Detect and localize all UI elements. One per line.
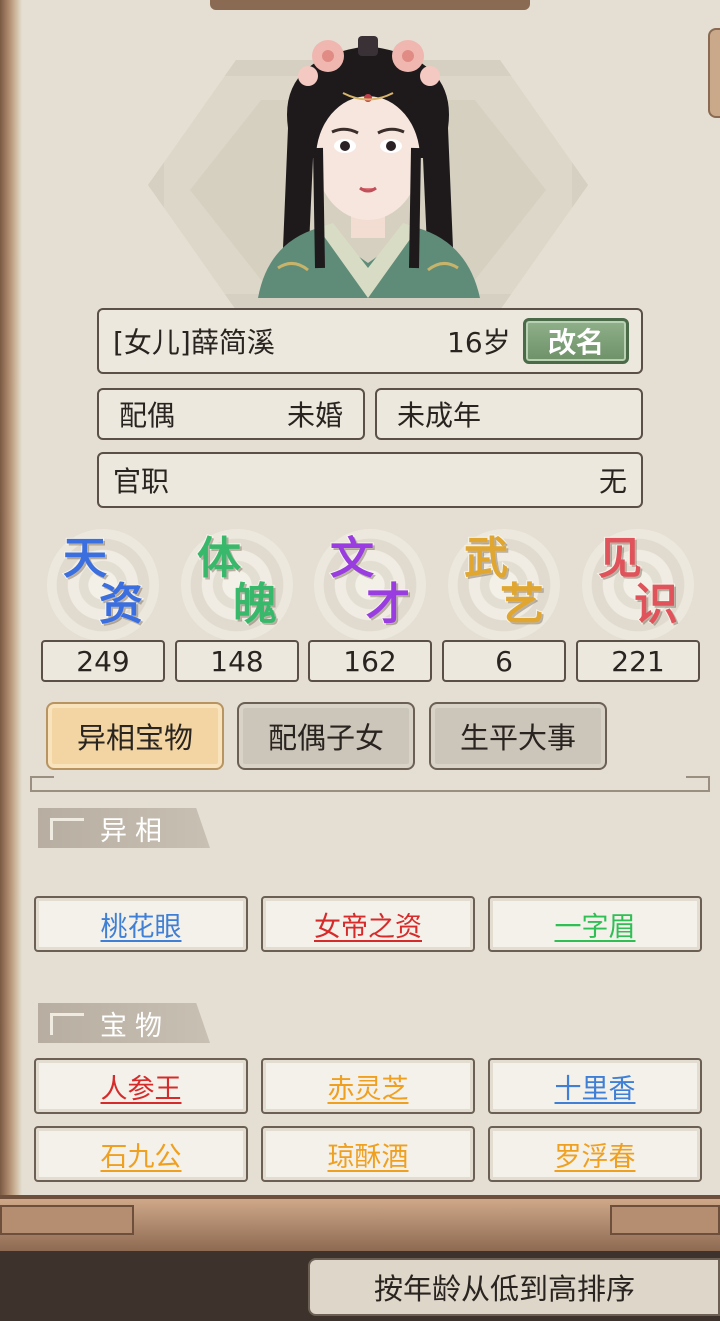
stat-value: 221 (576, 640, 700, 682)
pattern-icon (50, 818, 84, 840)
treasures-section-title: 宝物 (38, 1003, 210, 1043)
tab-life-events[interactable]: 生平大事 (429, 702, 607, 770)
stat-char-1: 文 (329, 533, 375, 584)
stat-value: 249 (41, 640, 165, 682)
character-portrait (258, 36, 480, 298)
treasure-chip[interactable]: 人参王 (34, 1058, 248, 1114)
sort-order-label: 按年龄从低到高排序 (374, 1272, 636, 1306)
stat-talent: 天 资 249 (41, 525, 165, 685)
stat-value: 162 (308, 640, 432, 682)
stat-literary: 文 才 162 (308, 525, 432, 685)
character-age: 16岁 (447, 326, 511, 359)
stat-value: 6 (442, 640, 566, 682)
frame-end-right (610, 1205, 720, 1235)
treasure-chip[interactable]: 石九公 (34, 1126, 248, 1182)
spouse-row: 配偶 未婚 (97, 388, 365, 440)
traits-section-label: 异相 (100, 815, 170, 847)
spouse-value: 未婚 (286, 399, 343, 432)
left-frame-border (0, 0, 22, 1220)
sort-order-button[interactable]: 按年龄从低到高排序 (308, 1258, 720, 1316)
frame-end-left (0, 1205, 134, 1235)
stat-martial: 武 艺 6 (442, 525, 566, 685)
tab-traits-treasures[interactable]: 异相宝物 (46, 702, 224, 770)
traits-section-title: 异相 (38, 808, 210, 848)
treasure-chip[interactable]: 罗浮春 (488, 1126, 702, 1182)
bottom-frame-bar (0, 1195, 720, 1251)
tab-spouse-children[interactable]: 配偶子女 (237, 702, 415, 770)
stat-insight: 见 识 221 (576, 525, 700, 685)
side-pull-tab[interactable] (708, 28, 720, 118)
treasure-chip[interactable]: 赤灵芝 (261, 1058, 475, 1114)
trait-chip[interactable]: 桃花眼 (34, 896, 248, 952)
stat-char-1: 天 (62, 533, 108, 584)
office-value: 无 (598, 465, 627, 498)
office-row: 官职 无 (97, 452, 643, 508)
rename-button[interactable]: 改名 (523, 318, 629, 364)
divider-cap-right (686, 776, 710, 790)
stat-char-1: 见 (597, 533, 643, 584)
stat-char-2: 才 (365, 579, 411, 630)
stat-char-2: 资 (98, 579, 144, 630)
stat-char-1: 体 (196, 533, 242, 584)
stat-char-1: 武 (463, 533, 509, 584)
stat-char-2: 魄 (232, 579, 278, 630)
office-label: 官职 (113, 465, 170, 498)
trait-chip[interactable]: 女帝之资 (261, 896, 475, 952)
pattern-icon (50, 1013, 84, 1035)
trait-chip[interactable]: 一字眉 (488, 896, 702, 952)
character-detail-panel: [女儿]薛简溪 16岁 改名 配偶 未婚 未成年 官职 无 天 资 249 体 … (0, 0, 720, 1321)
spouse-label: 配偶 (119, 399, 176, 432)
stat-char-2: 识 (633, 579, 679, 630)
divider-cap-left (30, 776, 54, 790)
top-frame-ornament (210, 0, 530, 10)
treasure-chip[interactable]: 琼酥酒 (261, 1126, 475, 1182)
adult-status-row: 未成年 (375, 388, 643, 440)
stat-physique: 体 魄 148 (175, 525, 299, 685)
treasures-section-label: 宝物 (100, 1010, 170, 1042)
adult-status-value: 未成年 (397, 399, 482, 432)
stat-char-2: 艺 (499, 579, 545, 630)
treasure-chip[interactable]: 十里香 (488, 1058, 702, 1114)
character-name: [女儿]薛简溪 (113, 326, 275, 359)
section-divider (30, 790, 710, 792)
stat-value: 148 (175, 640, 299, 682)
